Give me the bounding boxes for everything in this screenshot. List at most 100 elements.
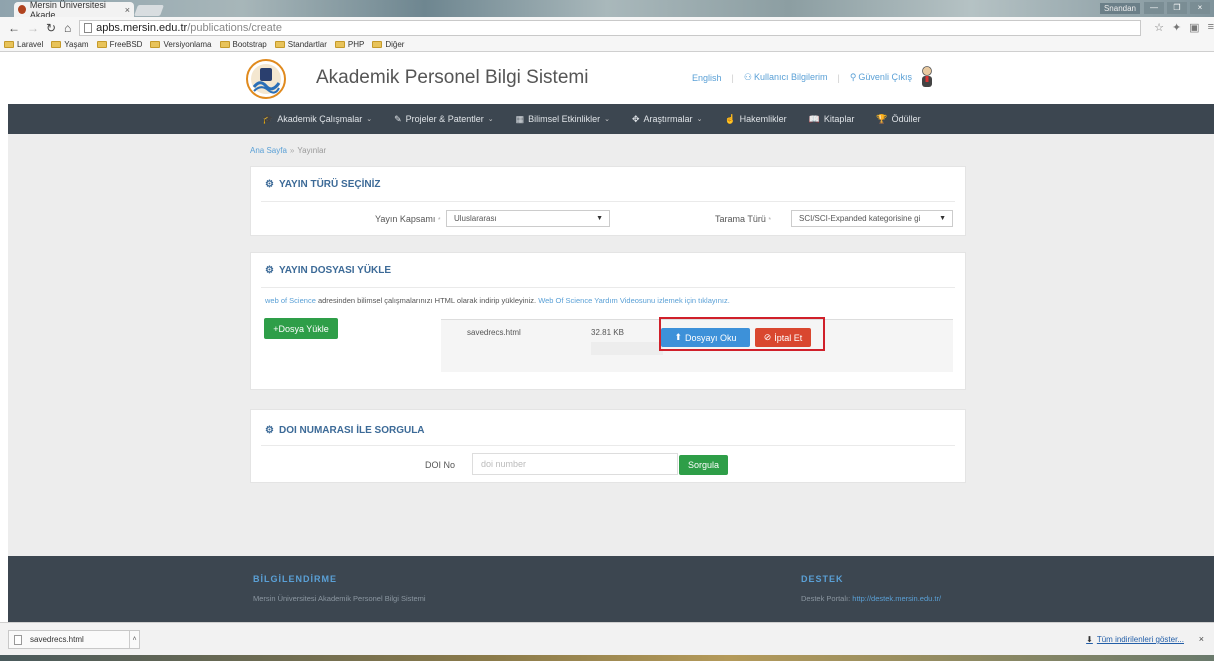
logout-link[interactable]: ⚲ Güvenli Çıkış [850, 72, 912, 83]
file-size: 32.81 KB [591, 328, 624, 337]
maximize-button[interactable]: ❐ [1167, 2, 1187, 14]
nav-reviews[interactable]: ☝ Hakemlikler [724, 114, 786, 125]
bookmark-label: Laravel [17, 40, 44, 49]
nav-label: Kitaplar [823, 114, 855, 124]
download-arrow-icon: ⬇ [1086, 635, 1093, 644]
footer-info-heading: BİLGİLENDİRME [253, 574, 337, 584]
bookmark-folder[interactable]: Standartlar [274, 40, 327, 49]
graduation-icon: 🎓 [262, 113, 274, 124]
panel-title: ⚙ YAYIN DOSYASI YÜKLE [265, 265, 391, 276]
bookmark-folder[interactable]: Bootstrap [219, 40, 267, 49]
logout-link-label: Güvenli Çıkış [858, 72, 912, 82]
panel-title: ⚙ YAYIN TÜRÜ SEÇİNİZ [265, 179, 380, 190]
index-type-select[interactable]: SCI/SCI-Expanded kategorisine gi ▼ [791, 210, 953, 227]
back-arrow-icon[interactable]: ← [8, 21, 20, 35]
bookmark-label: PHP [347, 40, 365, 49]
chevron-down-icon: ⌄ [366, 116, 373, 123]
nav-label: Hakemlikler [739, 114, 787, 124]
show-all-downloads-link[interactable]: ⬇ Tüm indirilenleri göster... [1086, 635, 1184, 644]
translate-icon[interactable]: ▣ [1189, 21, 1199, 34]
help-video-link[interactable]: Web Of Science Yardım Videosunu izlemek … [538, 296, 730, 305]
bookmark-folder[interactable]: Yaşam [51, 40, 89, 49]
wos-link[interactable]: web of Science [265, 296, 316, 305]
divider: | [837, 72, 840, 83]
folder-icon [4, 41, 14, 48]
upload-instructions: web of Science adresinden bilimsel çalış… [265, 296, 730, 305]
profile-link-label: Kullanıcı Bilgilerim [753, 72, 828, 82]
window-controls: — ❐ × [1144, 2, 1210, 14]
nav-label: Projeler & Patentler [405, 114, 484, 124]
bookmark-star-icon[interactable]: ☆ [1154, 21, 1164, 34]
extension-icon[interactable]: ✦ [1172, 21, 1181, 34]
nav-academic-works[interactable]: 🎓 Akademik Çalışmalar ⌄ [262, 114, 372, 125]
language-link[interactable]: English [692, 73, 722, 83]
bookmark-label: FreeBSD [109, 40, 143, 49]
window-user-badge[interactable]: Snandan [1099, 3, 1140, 14]
divider: | [731, 72, 734, 83]
nav-label: Akademik Çalışmalar [277, 114, 363, 124]
browser-tab[interactable]: Mersin Üniversitesi Akade × [14, 0, 134, 20]
doi-label: DOI No [425, 460, 456, 470]
nav-projects-patents[interactable]: ✎ Projeler & Patentler ⌄ [394, 114, 493, 125]
bookmark-folder[interactable]: FreeBSD [96, 40, 143, 49]
gears-icon: ⚙ [265, 265, 274, 276]
page-icon [84, 22, 93, 33]
upload-progress-track [591, 342, 663, 355]
doi-input[interactable]: doi number [472, 453, 678, 475]
site-title: Akademik Personel Bilgi Sistemi [316, 67, 589, 88]
support-portal-link[interactable]: http://destek.mersin.edu.tr/ [852, 594, 941, 603]
forward-arrow-icon[interactable]: → [27, 21, 39, 35]
upload-file-button[interactable]: +Dosya Yükle [264, 318, 338, 339]
bookmark-folder[interactable]: PHP [334, 40, 365, 49]
header-links: English | ⚇ Kullanıcı Bilgilerim | ⚲ Güven… [692, 72, 912, 83]
nav-awards[interactable]: 🏆 Ödüller [876, 114, 920, 125]
scope-select[interactable]: Uluslararası ▼ [446, 210, 610, 227]
folder-icon [219, 41, 230, 48]
close-window-button[interactable]: × [1190, 2, 1210, 14]
chevron-up-icon[interactable]: ˄ [129, 631, 139, 648]
panel-title-text: YAYIN TÜRÜ SEÇİNİZ [278, 179, 381, 190]
close-tab-icon[interactable]: × [125, 5, 130, 15]
nav-books[interactable]: 📖 Kitaplar [809, 114, 855, 125]
home-icon[interactable]: ⌂ [63, 21, 72, 35]
reload-icon[interactable]: ↻ [46, 21, 56, 35]
close-downloads-icon[interactable]: × [1199, 634, 1204, 644]
divider [261, 445, 955, 446]
index-type-label-text: Tarama Türü [715, 214, 766, 224]
trophy-icon: 🏆 [876, 113, 888, 124]
main-navigation: 🎓 Akademik Çalışmalar ⌄ ✎ Projeler & Pat… [8, 104, 1214, 134]
query-button[interactable]: Sorgula [679, 455, 728, 475]
site-footer: BİLGİLENDİRME Mersin Üniversitesi Akadem… [8, 556, 1214, 622]
new-tab-button[interactable] [133, 5, 165, 16]
menu-icon[interactable]: ≡ [1208, 21, 1214, 34]
folder-icon [274, 41, 285, 48]
nav-research[interactable]: ✥ Araştırmalar ⌄ [632, 114, 702, 125]
required-mark: * [768, 217, 772, 224]
compass-icon: ✥ [632, 113, 640, 124]
nav-scientific-events[interactable]: ▦ Bilimsel Etkinlikler ⌄ [516, 114, 610, 125]
avatar[interactable] [920, 66, 934, 88]
downloads-bar: savedrecs.html ˄ ⬇ Tüm indirilenleri gös… [0, 622, 1214, 655]
bookmark-label: Yaşam [64, 40, 89, 49]
required-mark: * [437, 217, 441, 224]
bookmark-label: Versiyonlama [163, 40, 212, 49]
bookmark-folder[interactable]: Versiyonlama [150, 40, 212, 49]
nav-label: Ödüller [891, 114, 921, 124]
support-label: Destek Portalı: [801, 594, 853, 603]
folder-icon [96, 41, 107, 48]
address-bar[interactable]: apbs.mersin.edu.tr/publications/create [79, 19, 1142, 36]
chevron-down-icon: ⌄ [487, 116, 494, 123]
download-item[interactable]: savedrecs.html ˄ [8, 630, 140, 649]
bookmark-folder[interactable]: Laravel [4, 40, 43, 49]
bookmark-folder[interactable]: Diğer [372, 40, 404, 49]
breadcrumb-home[interactable]: Ana Sayfa [250, 146, 287, 155]
panel-title: ⚙ DOI NUMARASI İLE SORGULA [265, 425, 425, 436]
profile-link[interactable]: ⚇ Kullanıcı Bilgilerim [744, 72, 828, 83]
minimize-button[interactable]: — [1144, 2, 1164, 14]
gears-icon: ⚙ [265, 425, 274, 436]
footer-support-heading: DESTEK [801, 574, 844, 584]
url-path: /publications/create [187, 21, 282, 34]
upload-panel: ⚙ YAYIN DOSYASI YÜKLE web of Science adr… [250, 252, 966, 390]
bookmark-label: Standartlar [287, 40, 327, 49]
url-host: apbs.mersin.edu.tr [96, 21, 188, 34]
